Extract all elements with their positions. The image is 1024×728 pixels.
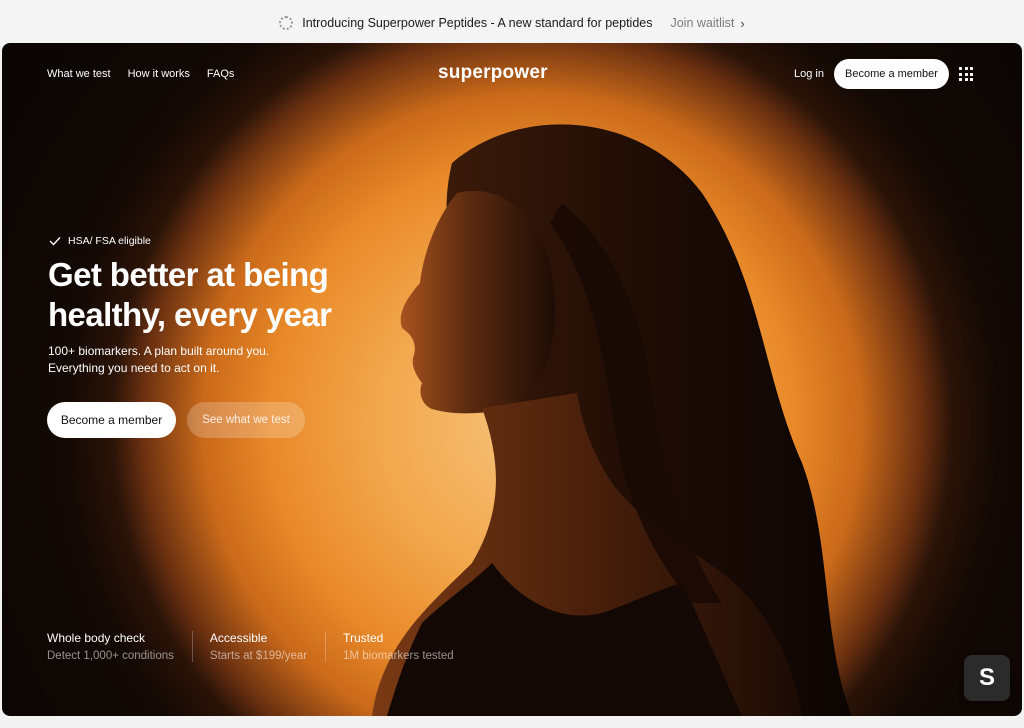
s-app-badge[interactable]: S: [964, 655, 1010, 701]
feature-title: Whole body check: [47, 631, 146, 645]
see-what-we-test-button[interactable]: See what we test: [187, 402, 305, 438]
login-link[interactable]: Log in: [794, 68, 824, 80]
primary-nav: What we test How it works FAQs: [47, 68, 234, 80]
feature-desc: Detect 1,000+ conditions: [47, 650, 174, 662]
hero-headline: Get better at being healthy, every year: [48, 255, 388, 335]
headline-line-1: Get better at being: [48, 256, 329, 293]
announcement-bar: Introducing Superpower Peptides - A new …: [0, 0, 1024, 46]
feature-item: Accessible Starts at $199/year: [209, 631, 327, 662]
eligibility-note: HSA/ FSA eligible: [49, 235, 151, 247]
feature-title: Accessible: [209, 631, 268, 645]
nav-what-we-test[interactable]: What we test: [47, 68, 111, 80]
sub-line-2: Everything you need to act on it.: [48, 361, 220, 375]
hero-section: What we test How it works FAQs superpowe…: [2, 43, 1022, 716]
join-waitlist-label: Join waitlist: [670, 16, 735, 30]
headline-line-2: healthy, every year: [48, 296, 332, 333]
nav-become-member-button[interactable]: Become a member: [834, 59, 949, 89]
feature-list: Whole body check Detect 1,000+ condition…: [47, 631, 489, 662]
hero-portrait-image: [372, 124, 852, 716]
announcement-message: Introducing Superpower Peptides - A new …: [302, 16, 653, 30]
nav-faqs[interactable]: FAQs: [207, 68, 235, 80]
menu-grid-icon[interactable]: [959, 67, 973, 81]
join-waitlist-link[interactable]: Join waitlist ›: [670, 16, 744, 31]
eligibility-label: HSA/ FSA eligible: [68, 235, 151, 247]
loading-spinner-icon: [279, 16, 294, 30]
feature-item: Trusted 1M biomarkers tested: [343, 631, 472, 662]
feature-item: Whole body check Detect 1,000+ condition…: [47, 631, 193, 662]
become-member-button[interactable]: Become a member: [47, 402, 176, 438]
nav-how-it-works[interactable]: How it works: [128, 68, 190, 80]
feature-title: Trusted: [343, 631, 384, 645]
chevron-right-icon: ›: [740, 15, 745, 31]
superpower-logo[interactable]: superpower: [438, 62, 548, 84]
checkmark-icon: [49, 237, 61, 246]
hero-subheading: 100+ biomarkers. A plan built around you…: [48, 343, 348, 377]
feature-desc: 1M biomarkers tested: [343, 650, 454, 662]
sub-line-1: 100+ biomarkers. A plan built around you…: [48, 344, 270, 358]
feature-desc: Starts at $199/year: [209, 650, 308, 662]
